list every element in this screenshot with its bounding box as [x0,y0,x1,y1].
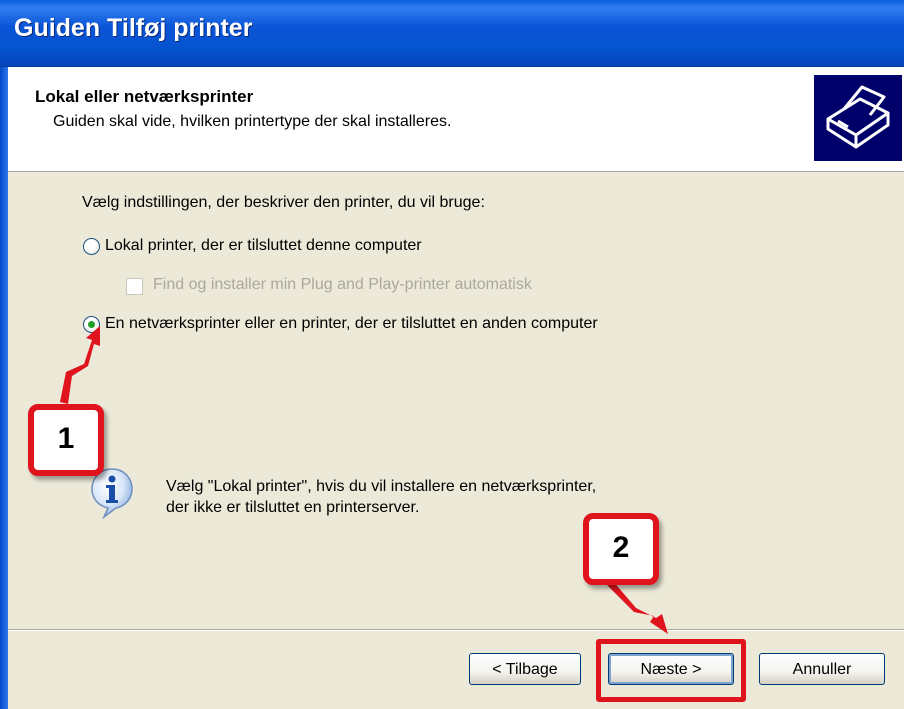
callout-1: 1 [28,404,104,476]
arrow-1 [60,326,100,404]
arrow-2 [606,580,668,634]
annotation-arrows [60,326,668,634]
callout-2: 2 [583,513,659,585]
